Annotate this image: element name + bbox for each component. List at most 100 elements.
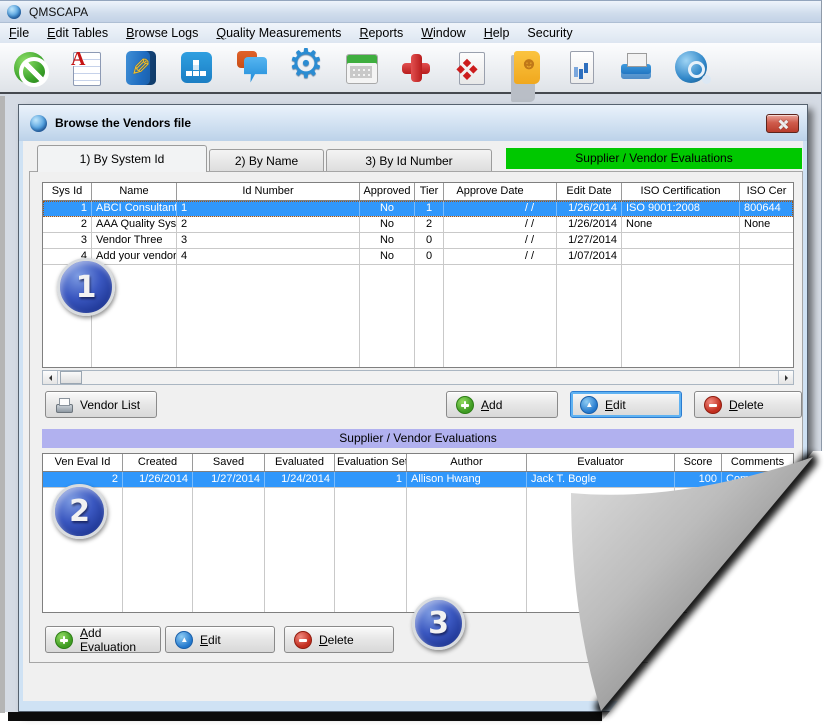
table-cell	[92, 329, 177, 345]
empty-row[interactable]	[43, 361, 793, 368]
web-search-icon[interactable]	[670, 47, 712, 89]
table-cell: 1/24/2014	[265, 472, 335, 487]
vendors-table[interactable]: Sys IdNameId NumberApprovedTierApprove D…	[42, 182, 794, 368]
menu-item-edit-tables[interactable]: Edit Tables	[38, 24, 117, 42]
table-cell	[335, 568, 407, 584]
tab-2-by-name[interactable]: 2) By Name	[209, 149, 324, 172]
edit-button[interactable]: Edit	[570, 391, 682, 418]
table-cell	[740, 329, 793, 345]
table-row[interactable]: 3Vendor Three3No0/ /1/27/2014	[43, 233, 793, 249]
scroll-left-button[interactable]	[43, 371, 58, 384]
table-cell	[265, 584, 335, 600]
table-cell	[92, 345, 177, 361]
column-header: Author	[407, 454, 527, 471]
close-button[interactable]	[766, 114, 799, 133]
table-cell	[265, 568, 335, 584]
document-a-icon[interactable]	[65, 47, 107, 89]
table-cell	[740, 361, 793, 368]
add-plus-icon[interactable]	[395, 47, 437, 89]
merge-document-icon[interactable]	[450, 47, 492, 89]
printer-icon	[55, 396, 73, 414]
table-cell	[415, 281, 444, 297]
table-cell: 3	[43, 233, 92, 248]
table-cell: / /	[444, 233, 557, 248]
column-header: ISO Cer	[740, 183, 793, 200]
chat-bubbles-icon[interactable]	[230, 47, 272, 89]
table-cell	[193, 584, 265, 600]
empty-row[interactable]	[43, 265, 793, 281]
dialog-titlebar[interactable]: Browse the Vendors file	[19, 105, 807, 141]
table-cell	[415, 361, 444, 368]
table-cell: 1	[177, 201, 360, 216]
table-cell	[557, 361, 622, 368]
edit-icon	[580, 396, 598, 414]
add-button[interactable]: Add	[446, 391, 558, 418]
table-cell	[177, 329, 360, 345]
table-cell	[557, 345, 622, 361]
table-cell	[740, 281, 793, 297]
scrollbar-thumb[interactable]	[60, 371, 82, 384]
table-cell	[335, 552, 407, 568]
table-cell	[622, 281, 740, 297]
button-label: Delete	[319, 633, 354, 647]
menu-item-help[interactable]: Help	[475, 24, 519, 42]
table-cell	[360, 281, 415, 297]
menu-item-security[interactable]: Security	[518, 24, 581, 42]
table-cell: No	[360, 233, 415, 248]
empty-row[interactable]	[43, 281, 793, 297]
table-cell: ISO 9001:2008	[622, 201, 740, 216]
menu-item-window[interactable]: Window	[412, 24, 474, 42]
notebook-edit-icon[interactable]	[120, 47, 162, 89]
table-cell	[360, 313, 415, 329]
delete-button[interactable]: Delete	[284, 626, 394, 653]
horizontal-scrollbar[interactable]	[42, 370, 794, 385]
tab-3-by-id-number[interactable]: 3) By Id Number	[326, 149, 492, 172]
table-cell: 2	[43, 217, 92, 232]
address-book-icon[interactable]	[505, 47, 547, 89]
gear-icon[interactable]	[285, 47, 327, 89]
delete-button[interactable]: Delete	[694, 391, 802, 418]
scroll-right-button[interactable]	[778, 371, 793, 384]
window-left-edge	[0, 96, 5, 713]
empty-row[interactable]	[43, 313, 793, 329]
screenshot-page: QMSCAPA FileEdit TablesBrowse LogsQualit…	[0, 0, 829, 725]
table-cell	[407, 488, 527, 504]
menu-item-reports[interactable]: Reports	[350, 24, 412, 42]
table-cell: No	[360, 217, 415, 232]
vendor-list-button[interactable]: Vendor List	[45, 391, 157, 418]
delete-icon	[294, 631, 312, 649]
empty-row[interactable]	[43, 329, 793, 345]
add-evaluation-button[interactable]: Add Evaluation	[45, 626, 161, 653]
table-cell	[407, 584, 527, 600]
menu-item-browse-logs[interactable]: Browse Logs	[117, 24, 207, 42]
table-cell: 1/26/2014	[557, 217, 622, 232]
table-row[interactable]: 4Add your vendor or perso4No0/ /1/07/201…	[43, 249, 793, 265]
calendar-icon[interactable]	[340, 47, 382, 89]
table-cell	[557, 329, 622, 345]
sitemap-icon[interactable]	[175, 47, 217, 89]
table-row[interactable]: 1ABCI Consultants1No1/ /1/26/2014ISO 900…	[43, 201, 793, 217]
empty-row[interactable]	[43, 297, 793, 313]
table-cell	[123, 488, 193, 504]
table-cell: No	[360, 249, 415, 264]
table-cell	[193, 520, 265, 536]
menu-bar: FileEdit TablesBrowse LogsQuality Measur…	[0, 23, 821, 43]
printer-icon[interactable]	[615, 47, 657, 89]
table-cell	[123, 600, 193, 613]
tab-1-by-system-id[interactable]: 1) By System Id	[37, 145, 207, 172]
table-cell	[43, 552, 123, 568]
table-cell	[444, 313, 557, 329]
menu-item-file[interactable]: File	[0, 24, 38, 42]
table-cell	[123, 568, 193, 584]
table-row[interactable]: 2AAA Quality Systems2No2/ /1/26/2014None…	[43, 217, 793, 233]
chart-report-icon[interactable]	[560, 47, 602, 89]
button-label: Delete	[729, 398, 764, 412]
table-cell	[415, 329, 444, 345]
table-cell	[177, 361, 360, 368]
edit-button[interactable]: Edit	[165, 626, 275, 653]
empty-row[interactable]	[43, 345, 793, 361]
table-cell	[557, 313, 622, 329]
block-icon[interactable]	[10, 47, 52, 89]
menu-item-quality-measurements[interactable]: Quality Measurements	[207, 24, 350, 42]
table-cell	[444, 265, 557, 281]
